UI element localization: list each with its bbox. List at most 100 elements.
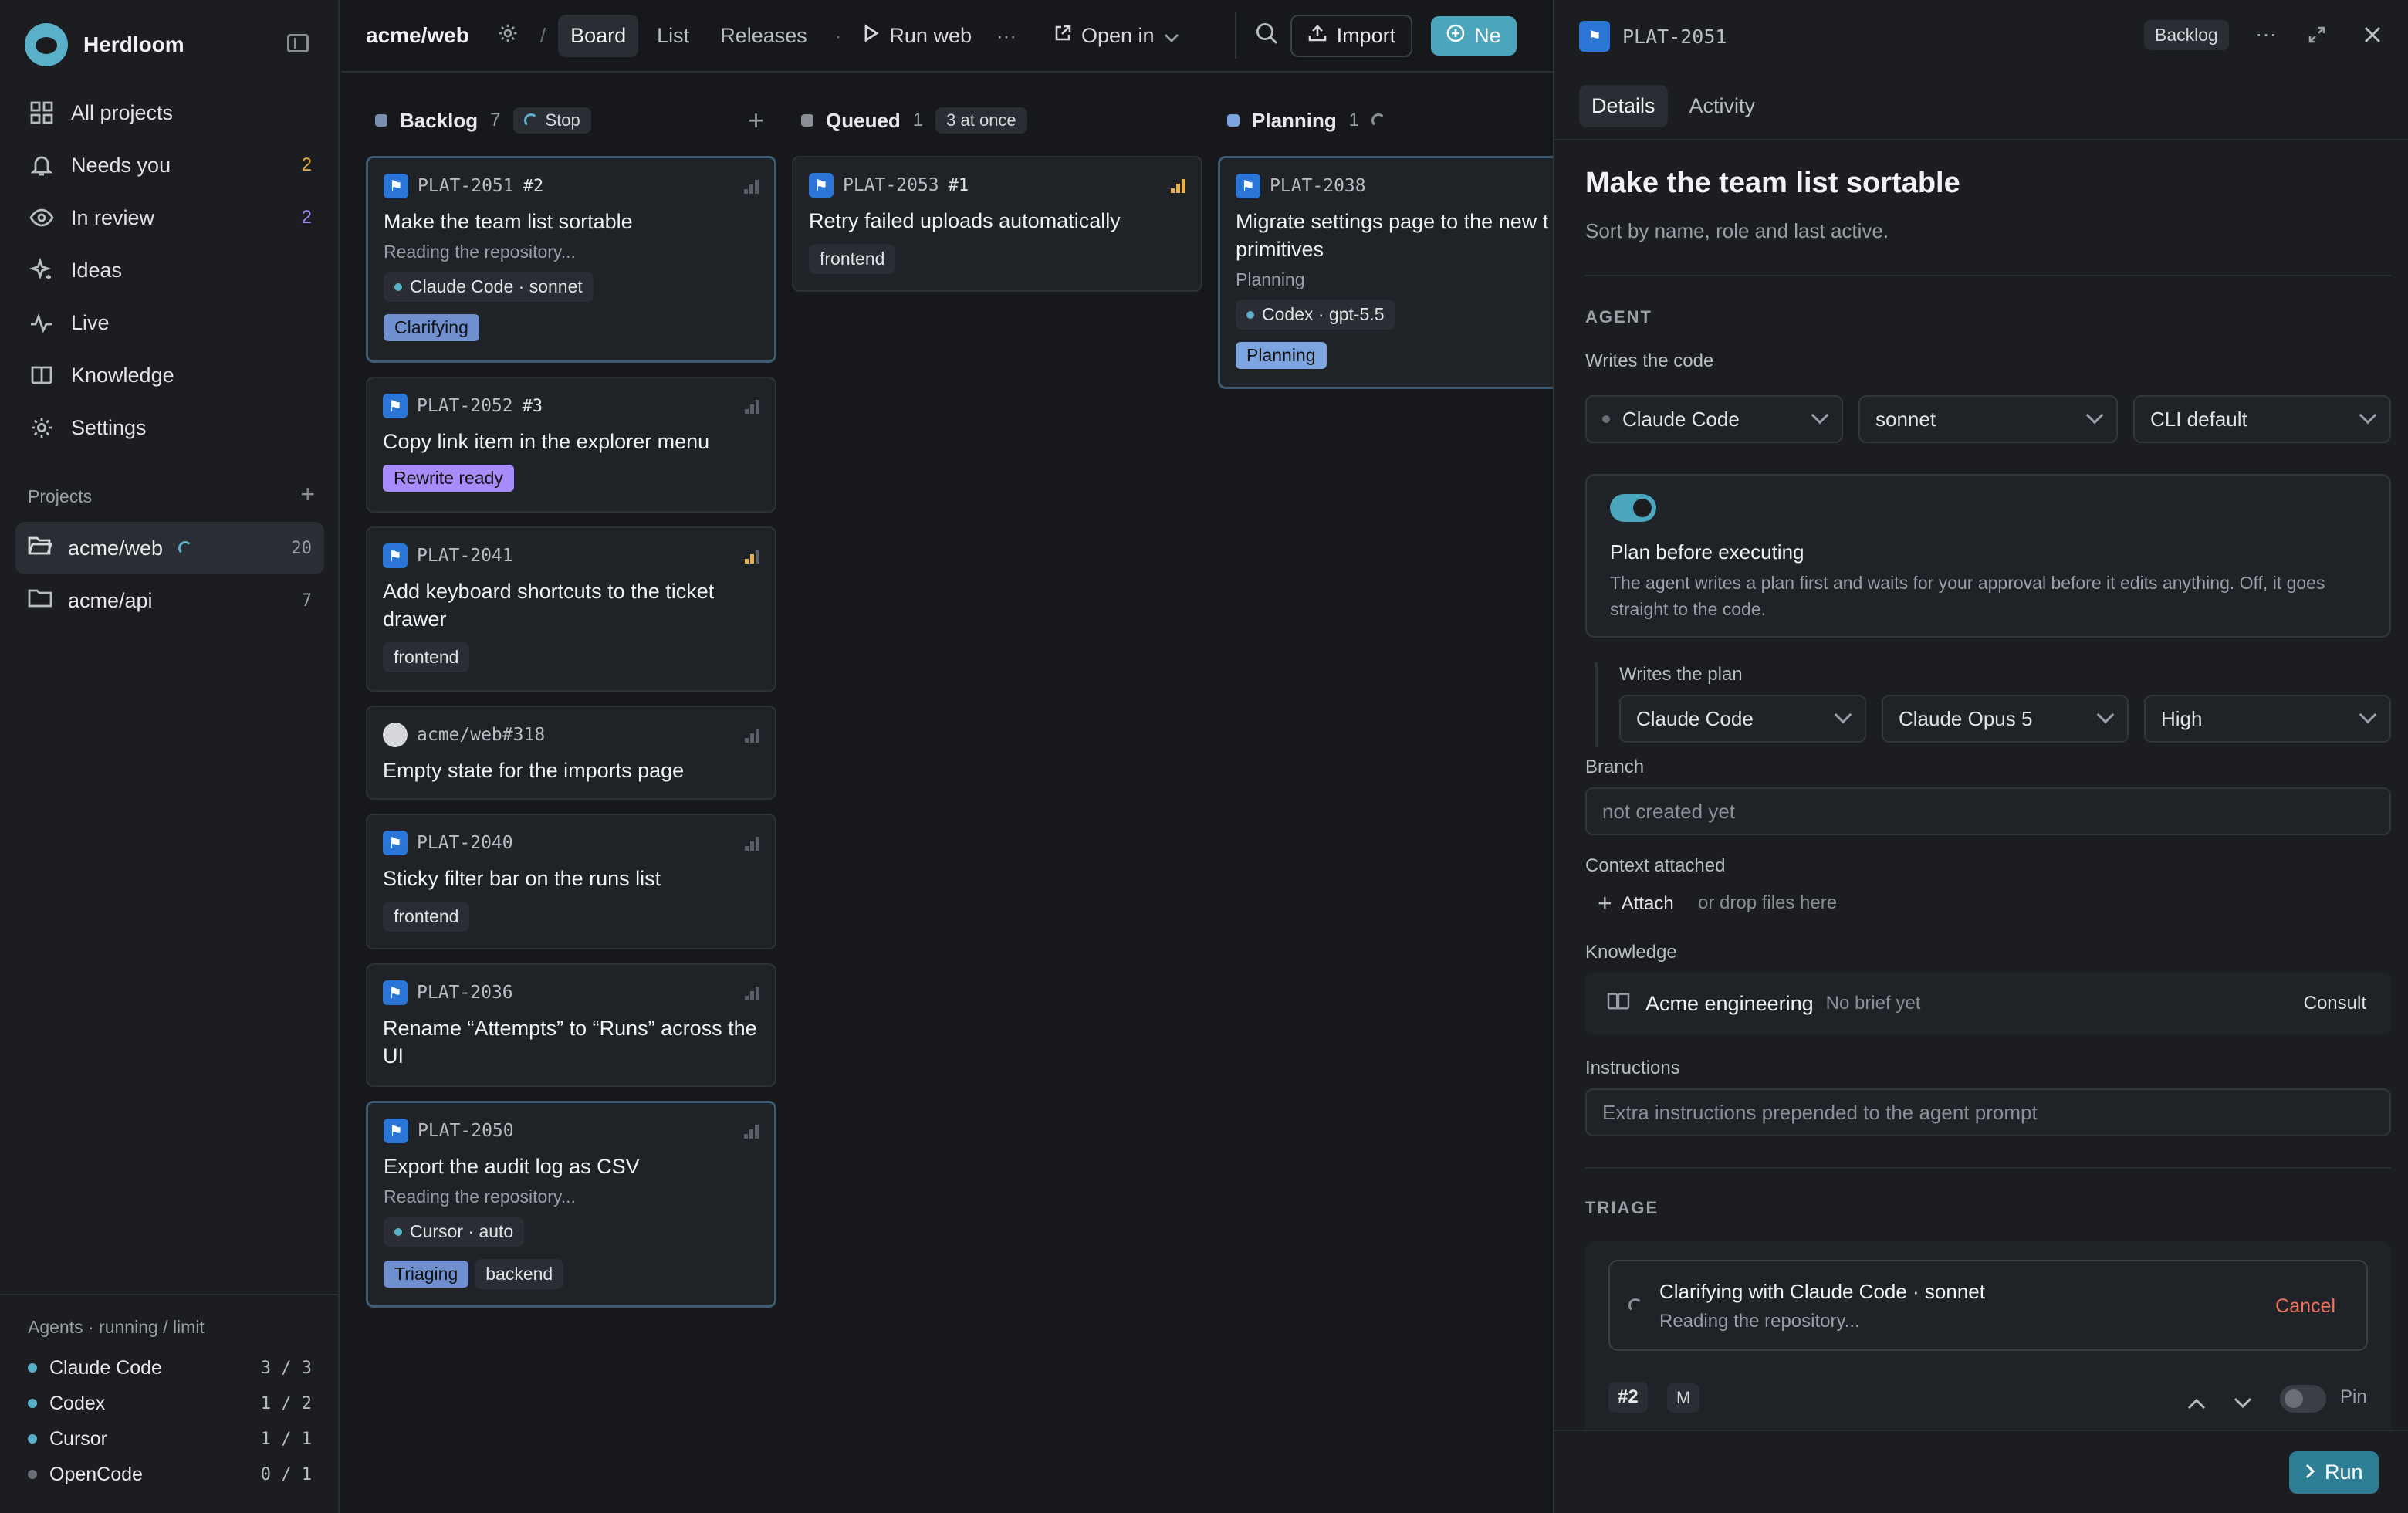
jira-icon: ⚑ bbox=[383, 394, 408, 418]
plan-effort-select[interactable]: High bbox=[2144, 695, 2391, 743]
project-item-acme-api[interactable]: acme/api 7 bbox=[15, 574, 324, 627]
sidebar-item-in-review[interactable]: In review 2 bbox=[15, 191, 324, 244]
ticket-card-plat-2051[interactable]: ⚑ PLAT-2051 #2 Make the team list sortable… bbox=[366, 156, 776, 363]
chevron-down-icon bbox=[1811, 406, 1829, 425]
brand[interactable]: Herdloom bbox=[25, 23, 184, 66]
search-icon[interactable] bbox=[1255, 22, 1278, 50]
close-icon[interactable] bbox=[2363, 25, 2382, 49]
instructions-field[interactable]: Extra instructions prepended to the agen… bbox=[1585, 1088, 2391, 1136]
open-in-button[interactable]: Open in bbox=[1054, 24, 1179, 48]
stop-button[interactable]: Stop bbox=[512, 107, 591, 134]
ticket-key: PLAT-2051 bbox=[418, 176, 514, 196]
sidebar-item-settings[interactable]: Settings bbox=[15, 401, 324, 454]
sidebar-nav: All projects Needs you 2 In review 2 Ide… bbox=[15, 86, 324, 454]
sidebar-item-label: All projects bbox=[71, 100, 174, 124]
cancel-button[interactable]: Cancel bbox=[2275, 1295, 2335, 1318]
tab-separator: · bbox=[834, 23, 842, 47]
running-spinner-icon bbox=[178, 541, 193, 555]
ticket-title: Retry failed uploads automatically bbox=[809, 209, 1121, 232]
code-model-select[interactable]: sonnet bbox=[1858, 395, 2118, 443]
ticket-key: acme/web#318 bbox=[417, 725, 546, 745]
settings-gear-icon[interactable] bbox=[497, 22, 519, 49]
divider bbox=[1585, 275, 2391, 276]
status-dot-icon bbox=[28, 1363, 37, 1373]
folder-icon bbox=[28, 587, 52, 614]
triage-section-heading: TRIAGE bbox=[1585, 1198, 1659, 1217]
attach-button[interactable]: + Attach bbox=[1598, 889, 1674, 918]
agent-count: 1 / 1 bbox=[260, 1429, 312, 1449]
ticket-card-plat-2050[interactable]: ⚑ PLAT-2050 Export the audit log as CSV R… bbox=[366, 1101, 776, 1308]
expand-icon[interactable] bbox=[2308, 25, 2326, 49]
tab-releases[interactable]: Releases bbox=[708, 15, 820, 57]
ticket-card-plat-2040[interactable]: ⚑ PLAT-2040 Sticky filter bar on the runs… bbox=[366, 814, 776, 949]
book-icon bbox=[1607, 991, 1630, 1017]
size-badge[interactable]: M bbox=[1667, 1383, 1700, 1413]
move-up-icon[interactable] bbox=[2187, 1391, 2206, 1415]
ticket-card-plat-2036[interactable]: ⚑ PLAT-2036 Rename “Attempts” to “Runs” a… bbox=[366, 963, 776, 1087]
stop-label: Stop bbox=[545, 110, 580, 130]
plus-icon: + bbox=[1598, 889, 1612, 917]
agent-opencode[interactable]: OpenCode 0 / 1 bbox=[28, 1457, 312, 1492]
run-web-button[interactable]: Run web bbox=[863, 24, 972, 48]
chevron-down-icon bbox=[2359, 406, 2377, 425]
code-agent-select[interactable]: Claude Code bbox=[1585, 395, 1843, 443]
add-card-icon[interactable]: + bbox=[748, 104, 764, 137]
tab-list[interactable]: List bbox=[644, 15, 702, 57]
ticket-card-plat-2052[interactable]: ⚑ PLAT-2052 #3 Copy link item in the explo… bbox=[366, 377, 776, 513]
status-badge[interactable]: Backlog bbox=[2144, 20, 2229, 50]
more-button[interactable]: ··· bbox=[996, 24, 1016, 48]
move-down-icon[interactable] bbox=[2234, 1391, 2252, 1415]
new-ticket-button[interactable]: Ne bbox=[1431, 15, 1517, 56]
run-web-label: Run web bbox=[889, 23, 972, 47]
plan-toggle[interactable] bbox=[1610, 494, 1656, 522]
agent-claude-code[interactable]: Claude Code 3 / 3 bbox=[28, 1350, 312, 1386]
tab-details[interactable]: Details bbox=[1579, 84, 1668, 127]
ticket-card-plat-2041[interactable]: ⚑ PLAT-2041 Add keyboard shortcuts to the… bbox=[366, 526, 776, 692]
ticket-title[interactable]: Make the team list sortable bbox=[1585, 167, 1960, 200]
plan-model-select[interactable]: Claude Opus 5 bbox=[1882, 695, 2129, 743]
ticket-card-acme-web-318[interactable]: acme/web#318 Empty state for the imports… bbox=[366, 706, 776, 800]
sparkle-icon bbox=[28, 256, 56, 284]
collapse-sidebar-icon[interactable] bbox=[287, 34, 309, 52]
sidebar-item-needs-you[interactable]: Needs you 2 bbox=[15, 139, 324, 191]
column-status-icon bbox=[1227, 114, 1240, 127]
code-effort-select[interactable]: CLI default bbox=[2133, 395, 2391, 443]
breadcrumb-repo[interactable]: acme/web bbox=[366, 23, 469, 48]
priority-high-icon bbox=[1171, 179, 1185, 193]
agent-codex[interactable]: Codex 1 / 2 bbox=[28, 1386, 312, 1421]
agent-name: Codex bbox=[49, 1392, 106, 1414]
priority-icon bbox=[745, 837, 759, 851]
agent-chip: Cursor · auto bbox=[384, 1217, 525, 1247]
tab-activity[interactable]: Activity bbox=[1677, 85, 1768, 127]
spinner-icon bbox=[1628, 1298, 1642, 1312]
triage-panel: Clarifying with Claude Code · sonnet Rea… bbox=[1585, 1241, 2391, 1445]
agent-cursor[interactable]: Cursor 1 / 1 bbox=[28, 1421, 312, 1457]
consult-button[interactable]: Consult bbox=[2304, 993, 2366, 1014]
ticket-card-plat-2053[interactable]: ⚑ PLAT-2053 #1 Retry failed uploads automa… bbox=[792, 156, 1202, 292]
priority-icon bbox=[744, 180, 759, 194]
ticket-card-plat-2038[interactable]: ⚑ PLAT-2038 Migrate settings page to the … bbox=[1218, 156, 1553, 389]
pin-toggle[interactable] bbox=[2280, 1385, 2326, 1413]
sidebar-item-knowledge[interactable]: Knowledge bbox=[15, 349, 324, 401]
github-icon bbox=[383, 723, 408, 747]
tab-board[interactable]: Board bbox=[558, 14, 639, 57]
run-button[interactable]: Run bbox=[2289, 1451, 2379, 1494]
add-project-icon[interactable]: + bbox=[300, 482, 315, 507]
concurrency-pill[interactable]: 3 at once bbox=[935, 107, 1027, 134]
agent-chip-label: Claude Code · sonnet bbox=[410, 276, 583, 296]
plan-agent-select[interactable]: Claude Code bbox=[1619, 695, 1866, 743]
ticket-description[interactable]: Sort by name, role and last active. bbox=[1585, 219, 1889, 243]
sidebar-item-live[interactable]: Live bbox=[15, 296, 324, 349]
select-value: sonnet bbox=[1875, 407, 1936, 431]
project-item-acme-web[interactable]: acme/web 20 bbox=[15, 522, 324, 574]
agent-count: 0 / 1 bbox=[260, 1464, 312, 1484]
more-options-button[interactable]: ··· bbox=[2255, 22, 2277, 46]
branch-field[interactable]: not created yet bbox=[1585, 787, 2391, 835]
writes-plan-label: Writes the plan bbox=[1619, 664, 1743, 685]
spinner-icon bbox=[1371, 113, 1386, 127]
kanban-board: Backlog 7 Stop + ⚑ PLAT-2051 #2 Make the t… bbox=[341, 74, 1553, 1513]
sidebar-item-ideas[interactable]: Ideas bbox=[15, 244, 324, 296]
sidebar-item-all-projects[interactable]: All projects bbox=[15, 86, 324, 139]
knowledge-label: Knowledge bbox=[1585, 942, 1677, 963]
import-button[interactable]: Import bbox=[1290, 14, 1413, 57]
